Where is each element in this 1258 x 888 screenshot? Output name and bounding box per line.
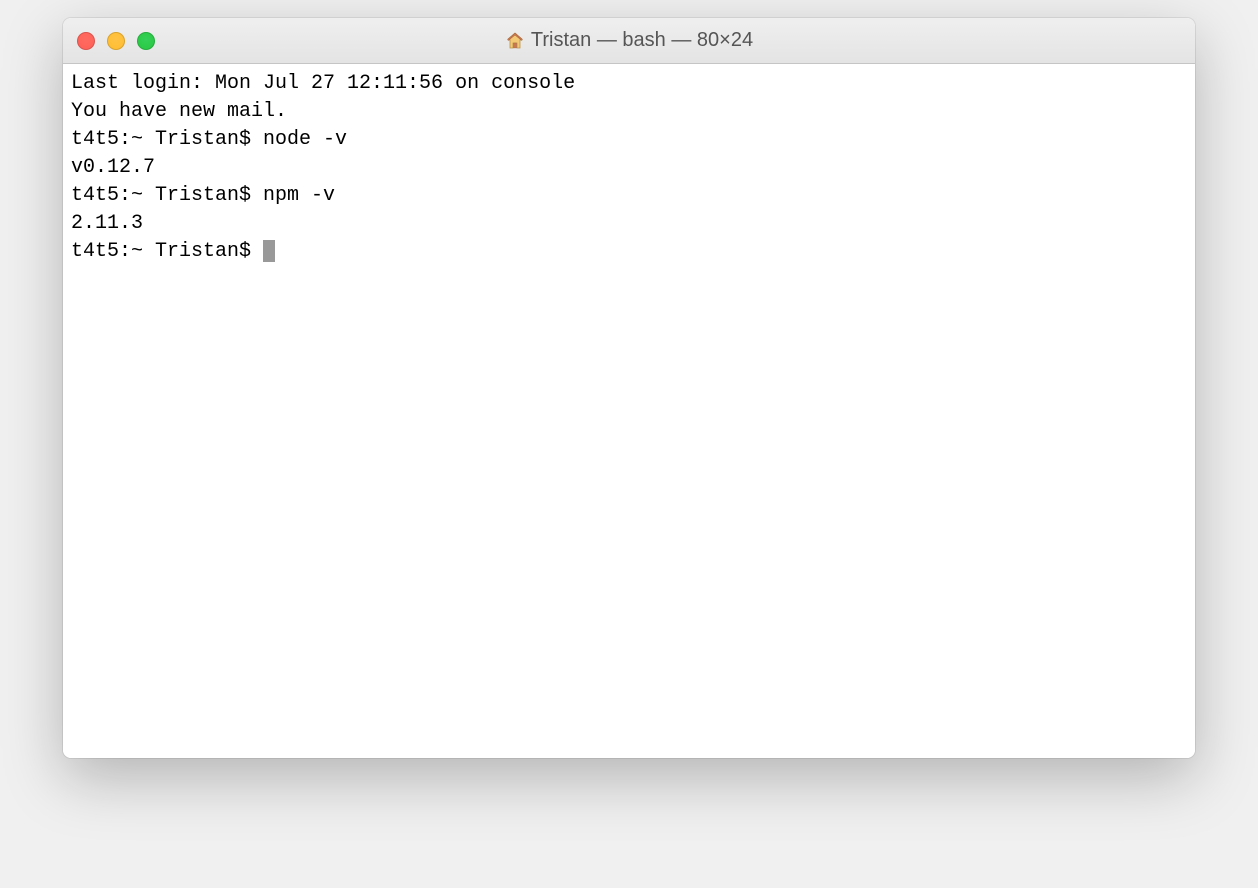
terminal-output-line: Last login: Mon Jul 27 12:11:56 on conso… [71, 70, 1187, 98]
terminal-output-line: 2.11.3 [71, 210, 1187, 238]
traffic-lights [63, 32, 155, 50]
terminal-prompt-line: t4t5:~ Tristan$ [71, 238, 1187, 266]
window-title: Tristan — bash — 80×24 [531, 29, 753, 52]
terminal-body[interactable]: Last login: Mon Jul 27 12:11:56 on conso… [63, 64, 1195, 758]
maximize-button[interactable] [137, 32, 155, 50]
terminal-window: Tristan — bash — 80×24 Last login: Mon J… [63, 18, 1195, 758]
title-bar[interactable]: Tristan — bash — 80×24 [63, 18, 1195, 64]
window-title-container: Tristan — bash — 80×24 [63, 29, 1195, 52]
minimize-button[interactable] [107, 32, 125, 50]
terminal-output-line: v0.12.7 [71, 154, 1187, 182]
cursor-icon [263, 240, 275, 262]
terminal-output-line: t4t5:~ Tristan$ node -v [71, 126, 1187, 154]
terminal-output-line: t4t5:~ Tristan$ npm -v [71, 182, 1187, 210]
terminal-output-line: You have new mail. [71, 98, 1187, 126]
close-button[interactable] [77, 32, 95, 50]
home-icon [505, 31, 525, 51]
terminal-prompt: t4t5:~ Tristan$ [71, 240, 263, 263]
